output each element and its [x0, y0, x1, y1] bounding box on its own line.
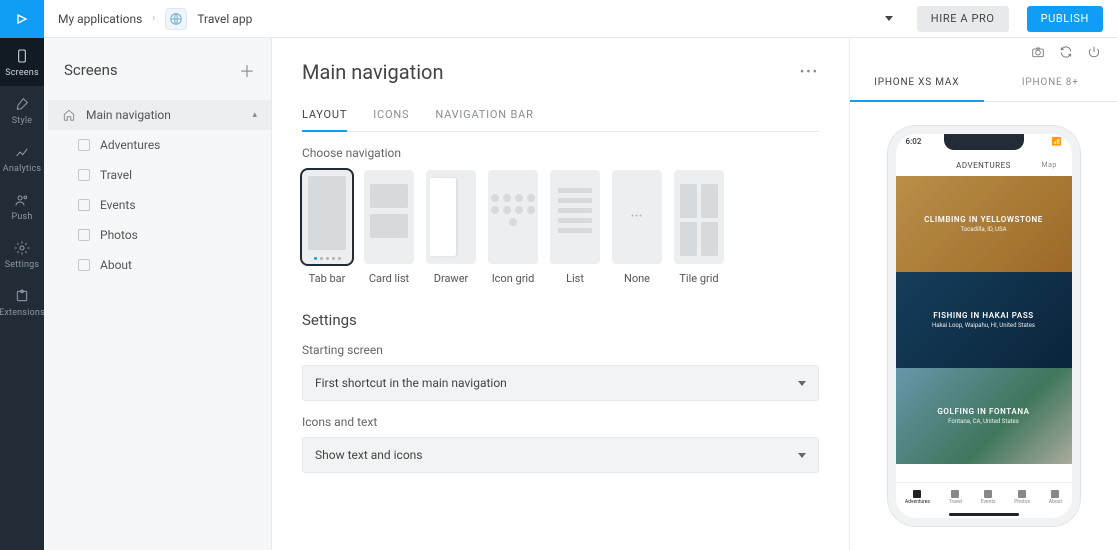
device-tab-xs-max[interactable]: IPHONE XS MAX: [850, 65, 984, 102]
rail-label: Extensions: [0, 308, 45, 318]
chart-icon: [14, 144, 30, 160]
gear-icon: [14, 240, 30, 256]
nav-option-list[interactable]: List: [550, 170, 600, 285]
tab-navigation-bar[interactable]: NAVIGATION BAR: [435, 102, 533, 131]
rail-label: Settings: [5, 260, 39, 270]
preview-card: CLIMBING IN YELLOWSTONE Tocadilla, ID, U…: [896, 176, 1072, 272]
tree-label: About: [100, 258, 132, 272]
phone-icon: [14, 48, 30, 64]
rail-item-settings[interactable]: Settings: [0, 230, 44, 278]
device-tab-8plus[interactable]: IPHONE 8+: [984, 65, 1117, 101]
screens-title: Screens: [64, 61, 239, 79]
chevron-up-icon[interactable]: ▴: [252, 110, 257, 120]
tree-label: Travel: [100, 168, 132, 182]
navigation-options: Tab bar Card list Drawer Icon grid List: [302, 170, 819, 285]
home-indicator: [949, 513, 1019, 516]
tree-item-photos[interactable]: Photos: [48, 220, 271, 250]
editor-tabs: LAYOUT ICONS NAVIGATION BAR: [302, 102, 819, 132]
nav-option-icon-grid[interactable]: Icon grid: [488, 170, 538, 285]
tree-item-events[interactable]: Events: [48, 190, 271, 220]
preview-card: GOLFING IN FONTANA Fontana, CA, United S…: [896, 368, 1072, 464]
screen-icon: [78, 259, 90, 271]
notch: [944, 134, 1024, 150]
more-menu[interactable]: •••: [800, 65, 819, 80]
chevron-right-icon: ›: [152, 13, 155, 24]
tree-item-adventures[interactable]: Adventures: [48, 130, 271, 160]
screen-icon: [78, 139, 90, 151]
rail-item-analytics[interactable]: Analytics: [0, 134, 44, 182]
rail-label: Style: [12, 116, 33, 126]
nav-option-none[interactable]: None: [612, 170, 662, 285]
tab-layout[interactable]: LAYOUT: [302, 102, 347, 131]
page-title: Main navigation: [302, 60, 800, 84]
tab-icons[interactable]: ICONS: [373, 102, 409, 131]
app-header-right: Map: [1042, 161, 1062, 169]
home-icon: [62, 108, 76, 122]
preview-panel: IPHONE XS MAX IPHONE 8+ 6:02 📶 ADVENTURE…: [849, 38, 1117, 550]
signal-icon: 📶: [1052, 137, 1062, 146]
screen-icon: [78, 199, 90, 211]
chevron-down-icon: [798, 381, 806, 386]
nav-option-tile-grid[interactable]: Tile grid: [674, 170, 724, 285]
rail-item-push[interactable]: Push: [0, 182, 44, 230]
rail-label: Screens: [5, 68, 39, 78]
camera-icon[interactable]: [1031, 45, 1045, 59]
chevron-down-icon: [798, 453, 806, 458]
nav-option-tab-bar[interactable]: Tab bar: [302, 170, 352, 285]
tree-label: Photos: [100, 228, 138, 242]
nav-option-drawer[interactable]: Drawer: [426, 170, 476, 285]
device-tabs: IPHONE XS MAX IPHONE 8+: [850, 65, 1117, 102]
tree-label: Events: [100, 198, 136, 212]
nav-option-card-list[interactable]: Card list: [364, 170, 414, 285]
logo[interactable]: [0, 0, 44, 38]
tree-item-travel[interactable]: Travel: [48, 160, 271, 190]
screens-panel: Screens ＋ Main navigation ▴ Adventures: [44, 38, 272, 550]
hire-a-pro-button[interactable]: HIRE A PRO: [917, 6, 1009, 32]
app-icon: [165, 8, 187, 30]
side-rail: Screens Style Analytics Push Settings Ex…: [0, 0, 44, 550]
editor-panel: Main navigation ••• LAYOUT ICONS NAVIGAT…: [272, 38, 849, 550]
icons-text-label: Icons and text: [302, 415, 819, 429]
device-preview: 6:02 📶 ADVENTURES Map CLIMBING IN YELLOW…: [888, 126, 1080, 526]
starting-screen-select[interactable]: First shortcut in the main navigation: [302, 365, 819, 401]
rail-item-style[interactable]: Style: [0, 86, 44, 134]
breadcrumb-root[interactable]: My applications: [58, 12, 142, 26]
settings-heading: Settings: [302, 311, 819, 329]
screen-icon: [78, 169, 90, 181]
rail-label: Push: [11, 212, 32, 222]
tree-label: Main navigation: [86, 108, 171, 122]
topbar: My applications › Travel app HIRE A PRO …: [44, 0, 1117, 38]
tree-label: Adventures: [100, 138, 160, 152]
icons-text-select[interactable]: Show text and icons: [302, 437, 819, 473]
choose-navigation-label: Choose navigation: [302, 146, 819, 160]
preview-card: FISHING IN HAKAI PASS Hakai Loop, Waipah…: [896, 272, 1072, 368]
preview-tabbar: Adventures Travel Events Photos About: [896, 482, 1072, 510]
starting-screen-label: Starting screen: [302, 343, 819, 357]
users-icon: [14, 192, 30, 208]
app-header-title: ADVENTURES: [926, 161, 1042, 170]
publish-button[interactable]: PUBLISH: [1027, 6, 1103, 32]
tree-item-main-navigation[interactable]: Main navigation ▴: [48, 100, 271, 130]
puzzle-icon: [14, 288, 30, 304]
account-dropdown[interactable]: [885, 16, 893, 21]
screen-icon: [78, 229, 90, 241]
rail-item-screens[interactable]: Screens: [0, 38, 44, 86]
rail-label: Analytics: [3, 164, 41, 174]
tree-item-about[interactable]: About: [48, 250, 271, 280]
rail-item-extensions[interactable]: Extensions: [0, 278, 44, 326]
main-area: My applications › Travel app HIRE A PRO …: [44, 0, 1117, 550]
refresh-icon[interactable]: [1059, 45, 1073, 59]
breadcrumb-app[interactable]: Travel app: [197, 12, 252, 26]
power-icon[interactable]: [1087, 45, 1101, 59]
brush-icon: [14, 96, 30, 112]
add-screen-button[interactable]: ＋: [239, 58, 255, 82]
